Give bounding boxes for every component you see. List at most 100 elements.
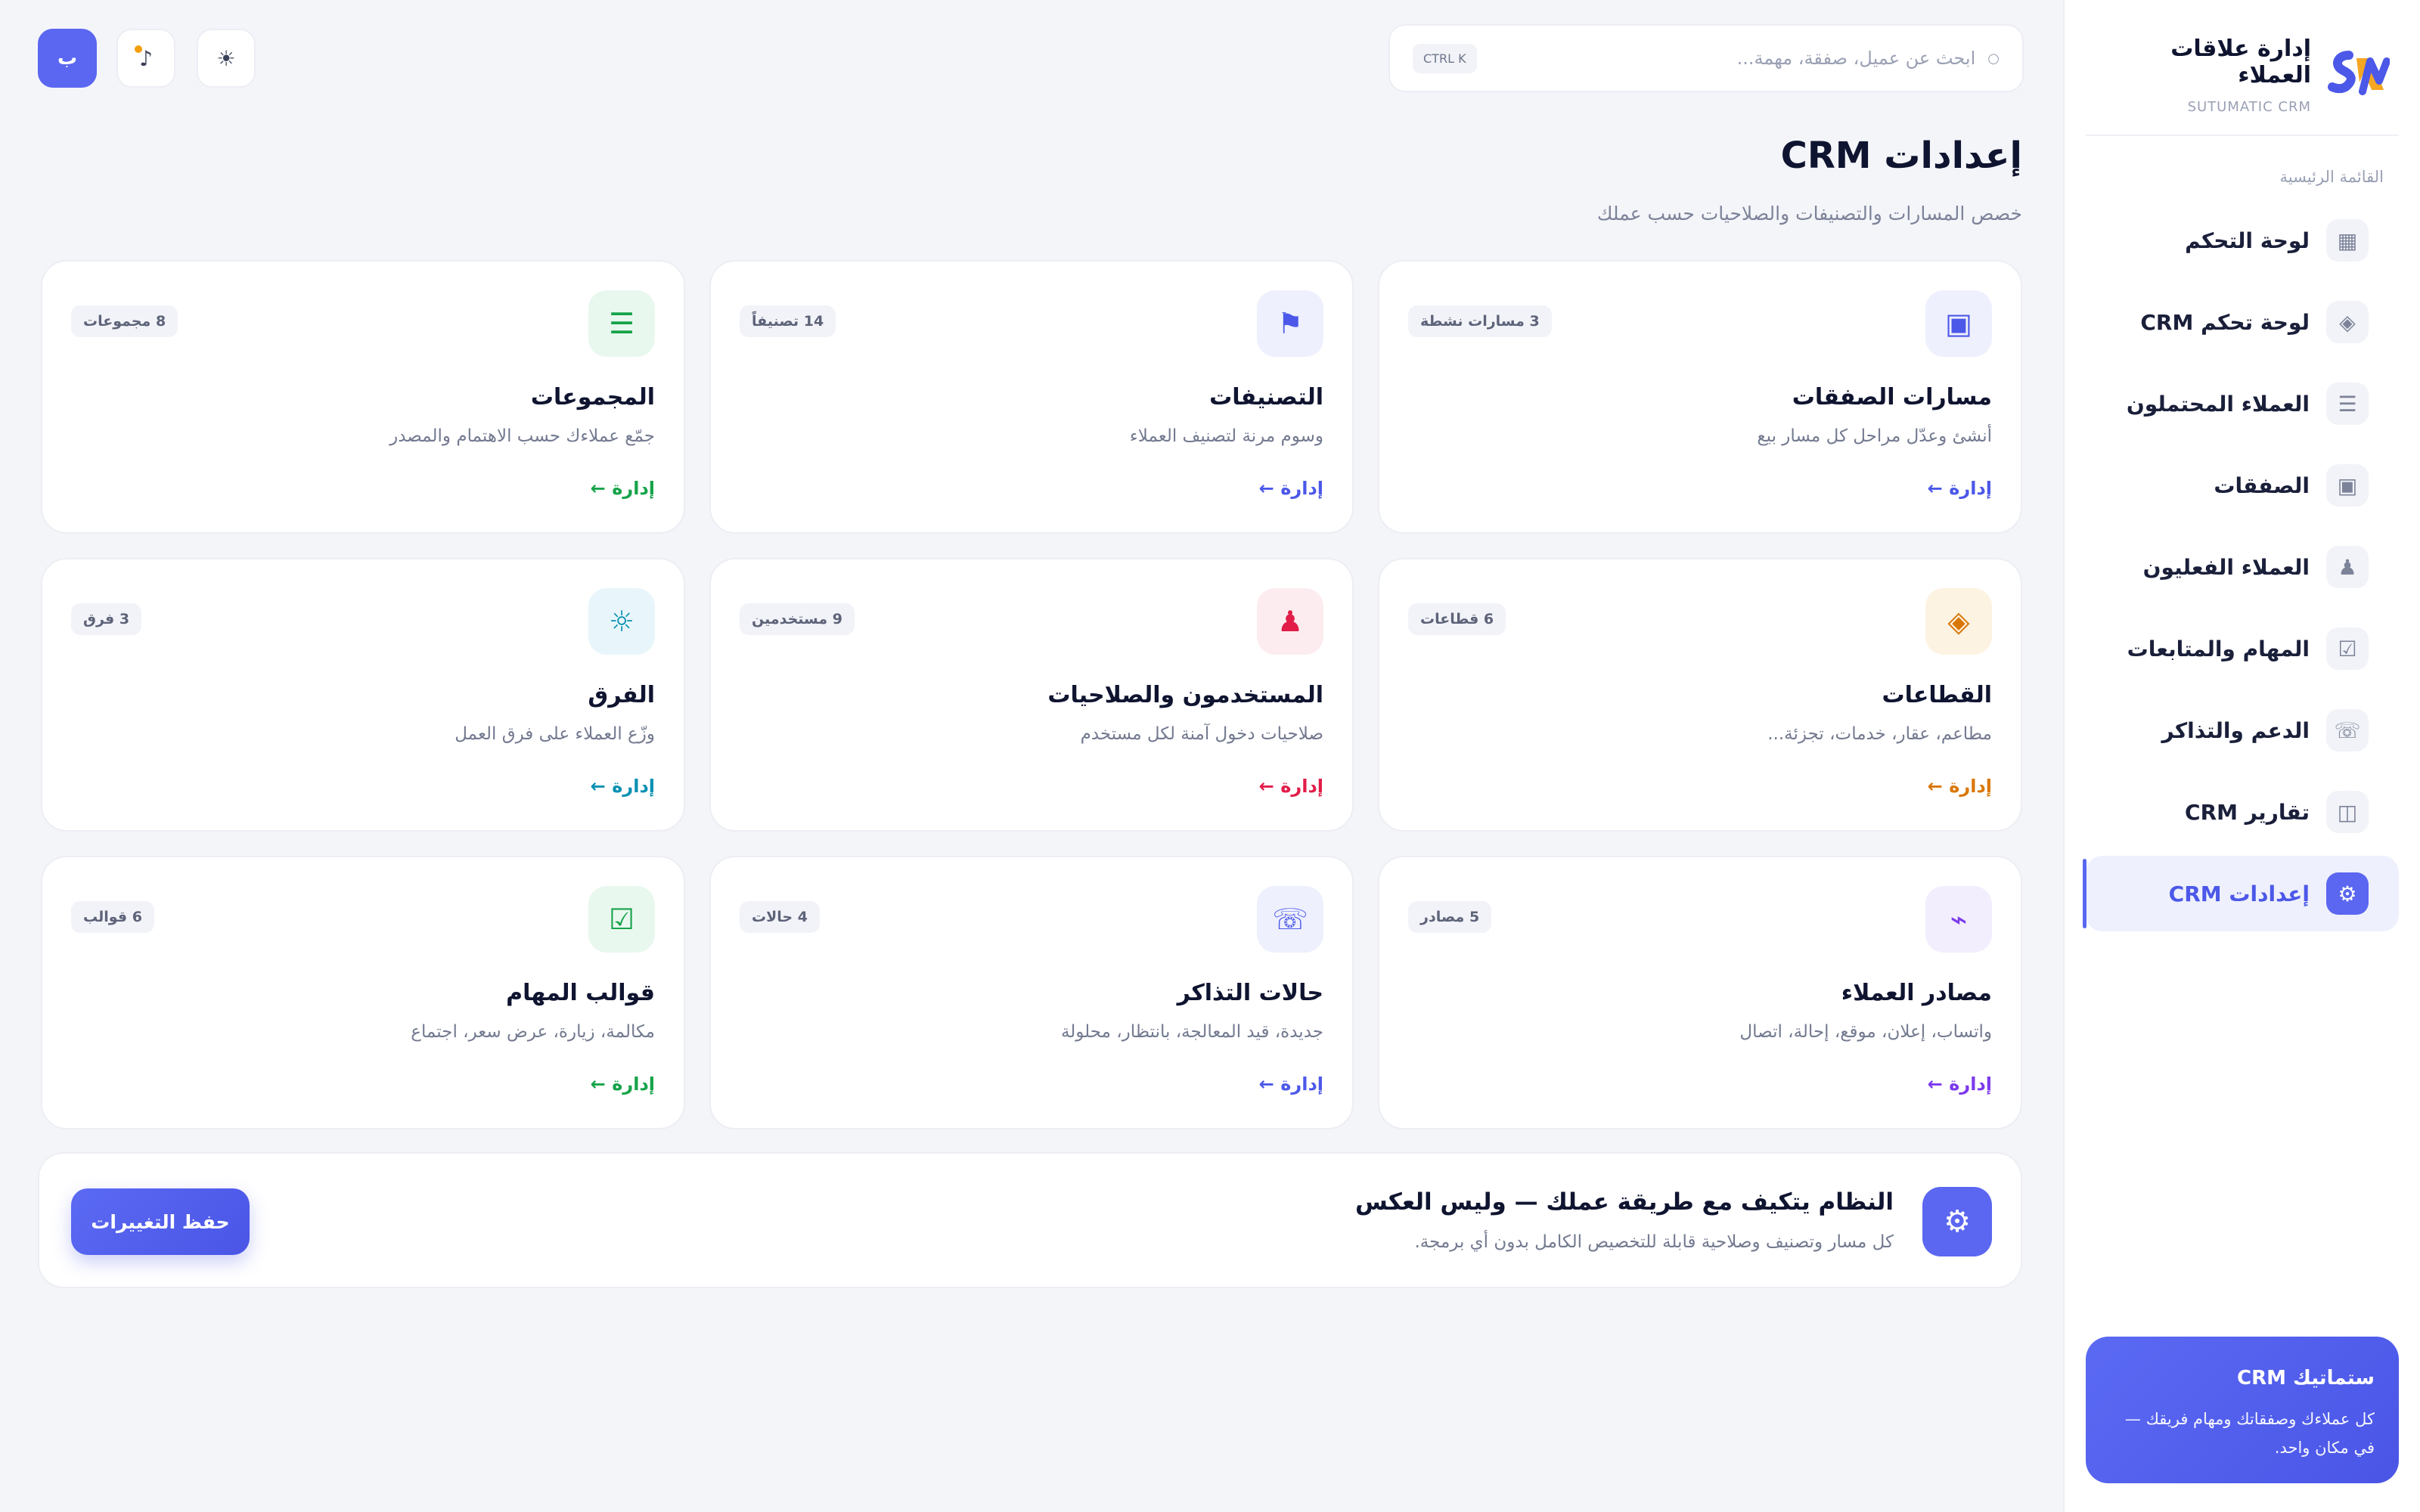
manage-link[interactable]: إدارة ← [1259,478,1323,499]
count-badge: 5 مصادر [1408,901,1492,933]
sidebar-item-3[interactable]: ☰ العملاء المحتملون [2086,366,2399,442]
settings-card: ☼ 3 فرق الفرق وزّع العملاء على فرق العمل إدا… [41,558,685,832]
music-button[interactable]: ♪ [116,29,175,88]
count-badge: 14 تصنيفاً [740,305,836,337]
sidebar-item-label: الدعم والتذاكر [2161,717,2310,743]
search-icon: ○ [1987,50,2000,67]
card-description: مكالمة، زيارة، عرض سعر، اجتماع [411,1022,655,1042]
task-template-icon: ☑ [588,886,655,953]
diamond-icon: ◈ [2326,301,2369,343]
sidebar-item-5[interactable]: ♟ العملاء الفعليون [2086,529,2399,605]
promo-title: ستماتيك CRM [2237,1367,2375,1390]
card-description: جديدة، قيد المعالجة، بانتظار، محلولة [1060,1022,1323,1042]
sidebar-item-label: تقارير CRM [2185,799,2310,825]
count-badge: 9 مستخدمين [740,603,855,635]
page-subtitle: خصص المسارات والتصنيفات والصلاحيات حسب ع… [1596,203,2022,225]
sidebar-section-label: القائمة الرئيسية [2279,168,2384,186]
ticket-status-icon: ☏ [1257,886,1323,953]
sidebar-nav: ▦ لوحة التحكم ◈ لوحة تحكم CRM ☰ العملاء المحت… [2083,203,2399,937]
box-icon: ▣ [2326,464,2369,507]
banner-gear-icon: ⚙ [1922,1187,1992,1256]
list-icon: ☰ [2326,383,2369,425]
report-icon: ◫ [2326,791,2369,833]
sidebar-item-label: المهام والمتابعات [2127,636,2310,662]
gear-icon: ⚙ [2326,872,2369,915]
sidebar-item-label: لوحة التحكم [2185,228,2310,253]
checkbox-icon: ☑ [2326,627,2369,670]
manage-link[interactable]: إدارة ← [591,1074,655,1095]
users-icon: ♟ [1257,588,1323,655]
card-title: التصنيفات [1209,384,1323,411]
sectors-icon: ◈ [1925,588,1992,655]
count-badge: 3 مسارات نشطة [1408,305,1552,337]
manage-link[interactable]: إدارة ← [1928,478,1992,499]
manage-link[interactable]: إدارة ← [591,478,655,499]
card-description: مطاعم، عقار، خدمات، تجزئة... [1767,724,1992,744]
card-title: قوالب المهام [506,980,655,1006]
sidebar-item-1[interactable]: ▦ لوحة التحكم [2086,203,2399,278]
sidebar-item-2[interactable]: ◈ لوحة تحكم CRM [2086,284,2399,360]
card-title: مسارات الصفقات [1792,384,1992,411]
sidebar-item-label: العملاء المحتملون [2126,391,2310,417]
card-title: مصادر العملاء [1841,980,1992,1006]
theme-toggle-button[interactable]: ☀ [197,29,256,88]
card-title: المستخدمون والصلاحيات [1047,682,1323,708]
manage-link[interactable]: إدارة ← [1259,776,1323,797]
sidebar-item-label: الصفقات [2214,472,2310,498]
search-bar[interactable]: ○ CTRL K [1388,24,2024,92]
count-badge: 4 حالات [740,901,820,933]
count-badge: 8 مجموعات [71,305,178,337]
count-badge: 6 قوالب [71,901,154,933]
save-changes-button[interactable]: حفظ التغييرات [71,1188,250,1255]
teams-icon: ☼ [588,588,655,655]
user-avatar-button[interactable]: ب [38,29,97,88]
settings-card: ▣ 3 مسارات نشطة مسارات الصفقات أنشئ وعدّل م… [1378,260,2022,534]
info-banner: ⚙ النظام يتكيف مع طريقة عملك — وليس العك… [38,1152,2022,1288]
card-description: صلاحيات دخول آمنة لكل مستخدم [1080,724,1323,744]
phone-icon: ☏ [2326,709,2369,751]
settings-card: ♟ 9 مستخدمين المستخدمون والصلاحيات صلاحيات … [709,558,1354,832]
search-input[interactable] [1476,48,1976,69]
card-description: وزّع العملاء على فرق العمل [455,724,655,744]
card-description: جمّع عملاءك حسب الاهتمام والمصدر [389,426,655,446]
promo-text: كل عملاءك وصفقاتك ومهام فريقك — في مكان … [2124,1410,2375,1457]
settings-card: ⚑ 14 تصنيفاً التصنيفات وسوم مرنة لتصنيف الع… [709,260,1354,534]
sun-icon: ☀ [216,45,236,71]
sidebar-item-9[interactable]: ⚙ إعدادات CRM [2083,856,2399,931]
sm-logo-icon [2328,51,2390,95]
grid-icon: ▦ [2326,219,2369,262]
page-title: إعدادات CRM [1780,135,2022,177]
settings-card: ⌁ 5 مصادر مصادر العملاء واتساب، إعلان، موقع… [1378,856,2022,1129]
brand-title: إدارة علاقات العملاء [2170,35,2311,88]
manage-link[interactable]: إدارة ← [591,776,655,797]
sidebar-divider [2086,135,2399,136]
sidebar-item-label: لوحة تحكم CRM [2140,309,2310,335]
groups-icon: ☰ [588,290,655,357]
shortcut-hint: CTRL K [1413,43,1477,73]
banner-subtitle: كل مسار وتصنيف وصلاحية قابلة للتخصيص الك… [1414,1232,1894,1252]
sidebar-item-label: العملاء الفعليون [2142,554,2310,580]
sidebar-item-6[interactable]: ☑ المهام والمتابعات [2086,611,2399,686]
sidebar-item-8[interactable]: ◫ تقارير CRM [2086,774,2399,850]
user-initial: ب [57,47,78,70]
manage-link[interactable]: إدارة ← [1928,1074,1992,1095]
notification-dot [135,45,142,53]
sidebar-item-7[interactable]: ☏ الدعم والتذاكر [2086,692,2399,768]
card-description: وسوم مرنة لتصنيف العملاء [1129,426,1323,446]
sources-icon: ⌁ [1925,886,1992,953]
count-badge: 6 قطاعات [1408,603,1506,635]
manage-link[interactable]: إدارة ← [1259,1074,1323,1095]
card-title: الفرق [588,682,655,708]
sidebar-item-label: إعدادات CRM [2168,881,2310,906]
card-description: واتساب، إعلان، موقع، إحالة، اتصال [1739,1022,1992,1042]
flag-icon: ⚑ [1257,290,1323,357]
manage-link[interactable]: إدارة ← [1928,776,1992,797]
user-icon: ♟ [2326,546,2369,588]
card-description: أنشئ وعدّل مراحل كل مسار بيع [1757,426,1992,446]
card-title: القطاعات [1882,682,1992,708]
sidebar-item-4[interactable]: ▣ الصفقات [2086,448,2399,523]
card-title: المجموعات [530,384,655,411]
brand[interactable]: إدارة علاقات العملاء SUTUMATIC CRM [2095,36,2390,115]
count-badge: 3 فرق [71,603,142,635]
card-title: حالات التذاكر [1177,980,1323,1006]
